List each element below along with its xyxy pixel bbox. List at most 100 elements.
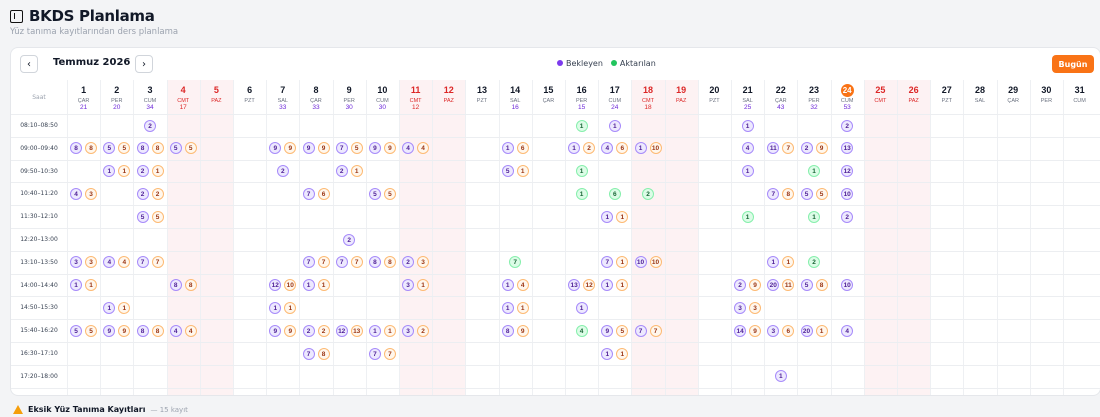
pending-count-badge[interactable]: 1 <box>501 279 514 292</box>
day-header-26[interactable]: 26 PAZ <box>897 80 930 114</box>
lesson-count-badge[interactable]: 3 <box>85 187 98 200</box>
lesson-count-badge[interactable]: 1 <box>383 324 396 337</box>
active-count-badge[interactable]: 6 <box>608 187 621 200</box>
day-header-30[interactable]: 30 PER <box>1030 80 1063 114</box>
pending-count-badge[interactable]: 1 <box>741 119 754 132</box>
lesson-count-badge[interactable]: 5 <box>616 324 629 337</box>
day-header-12[interactable]: 12 PAZ <box>432 80 465 114</box>
pending-count-badge[interactable]: 8 <box>136 324 149 337</box>
pending-count-badge[interactable]: 1 <box>302 279 315 292</box>
lesson-count-badge[interactable]: 1 <box>151 165 164 178</box>
pending-count-badge[interactable]: 5 <box>368 187 381 200</box>
lesson-count-badge[interactable]: 5 <box>151 210 164 223</box>
lesson-count-badge[interactable]: 5 <box>350 142 363 155</box>
lesson-count-badge[interactable]: 9 <box>815 142 828 155</box>
pending-count-badge[interactable]: 5 <box>136 210 149 223</box>
pending-count-badge[interactable]: 2 <box>841 210 854 223</box>
lesson-count-badge[interactable]: 2 <box>417 324 430 337</box>
prev-month-button[interactable]: ‹ <box>20 55 38 73</box>
pending-count-badge[interactable]: 7 <box>136 256 149 269</box>
pending-count-badge[interactable]: 12 <box>335 324 348 337</box>
lesson-count-badge[interactable]: 9 <box>284 324 297 337</box>
lesson-count-badge[interactable]: 5 <box>383 187 396 200</box>
day-header-29[interactable]: 29 ÇAR <box>997 80 1030 114</box>
day-header-6[interactable]: 6 PZT <box>233 80 266 114</box>
lesson-count-badge[interactable]: 1 <box>317 279 330 292</box>
pending-count-badge[interactable]: 7 <box>634 324 647 337</box>
lesson-count-badge[interactable]: 1 <box>516 301 529 314</box>
day-header-16[interactable]: 16 PER 15 <box>565 80 598 114</box>
lesson-count-badge[interactable]: 2 <box>151 187 164 200</box>
pending-count-badge[interactable]: 4 <box>70 187 83 200</box>
day-header-8[interactable]: 8 ÇAR 33 <box>299 80 332 114</box>
pending-count-badge[interactable]: 4 <box>169 324 182 337</box>
active-count-badge[interactable]: 1 <box>575 187 588 200</box>
day-header-11[interactable]: 11 CMT 12 <box>399 80 432 114</box>
pending-count-badge[interactable]: 3 <box>402 324 415 337</box>
lesson-count-badge[interactable]: 8 <box>815 279 828 292</box>
active-count-badge[interactable]: 1 <box>808 210 820 223</box>
lesson-count-badge[interactable]: 7 <box>317 256 330 269</box>
pending-count-badge[interactable]: 10 <box>841 187 854 200</box>
lesson-count-badge[interactable]: 1 <box>616 210 629 223</box>
active-count-badge[interactable]: 4 <box>575 324 588 337</box>
pending-count-badge[interactable]: 1 <box>368 324 381 337</box>
day-header-13[interactable]: 13 PZT <box>465 80 498 114</box>
day-header-25[interactable]: 25 CMT <box>864 80 897 114</box>
pending-count-badge[interactable]: 1 <box>601 347 614 360</box>
pending-count-badge[interactable]: 9 <box>103 324 116 337</box>
day-header-9[interactable]: 9 PER 30 <box>333 80 366 114</box>
pending-count-badge[interactable]: 2 <box>144 119 156 132</box>
day-header-5[interactable]: 5 PAZ <box>200 80 233 114</box>
pending-count-badge[interactable]: 3 <box>767 324 780 337</box>
missing-records-section[interactable]: Eksik Yüz Tanıma Kayıtları — 15 kayıt <box>13 405 188 414</box>
pending-count-badge[interactable]: 5 <box>501 165 514 178</box>
lesson-count-badge[interactable]: 4 <box>516 279 529 292</box>
day-header-4[interactable]: 4 CMT 17 <box>167 80 200 114</box>
lesson-count-badge[interactable]: 1 <box>815 324 828 337</box>
pending-count-badge[interactable]: 2 <box>136 187 149 200</box>
day-header-7[interactable]: 7 SAL 33 <box>266 80 299 114</box>
pending-count-badge[interactable]: 5 <box>169 142 182 155</box>
pending-count-badge[interactable]: 1 <box>501 142 514 155</box>
day-header-24[interactable]: 24 CUM 53 <box>831 80 864 114</box>
pending-count-badge[interactable]: 5 <box>800 279 813 292</box>
lesson-count-badge[interactable]: 1 <box>616 347 629 360</box>
lesson-count-badge[interactable]: 1 <box>350 165 363 178</box>
day-header-3[interactable]: 3 CUM 34 <box>133 80 166 114</box>
day-header-22[interactable]: 22 ÇAR 43 <box>764 80 797 114</box>
pending-count-badge[interactable]: 8 <box>136 142 149 155</box>
day-header-1[interactable]: 1 ÇAR 21 <box>67 80 100 114</box>
pending-count-badge[interactable]: 1 <box>774 370 787 383</box>
pending-count-badge[interactable]: 9 <box>302 142 315 155</box>
pending-count-badge[interactable]: 8 <box>169 279 182 292</box>
pending-count-badge[interactable]: 7 <box>302 347 315 360</box>
pending-count-badge[interactable]: 2 <box>335 165 348 178</box>
pending-count-badge[interactable]: 1 <box>501 301 514 314</box>
today-button[interactable]: Bugün <box>1052 55 1094 73</box>
lesson-count-badge[interactable]: 8 <box>151 142 164 155</box>
lesson-count-badge[interactable]: 4 <box>184 324 197 337</box>
lesson-count-badge[interactable]: 3 <box>749 301 762 314</box>
lesson-count-badge[interactable]: 7 <box>350 256 363 269</box>
pending-count-badge[interactable]: 10 <box>634 256 647 269</box>
lesson-count-badge[interactable]: 9 <box>118 324 131 337</box>
pending-count-badge[interactable]: 20 <box>800 324 813 337</box>
pending-count-badge[interactable]: 2 <box>800 142 813 155</box>
lesson-count-badge[interactable]: 13 <box>350 324 363 337</box>
day-header-19[interactable]: 19 PAZ <box>665 80 698 114</box>
day-header-15[interactable]: 15 ÇAR <box>532 80 565 114</box>
active-count-badge[interactable]: 1 <box>808 165 820 178</box>
lesson-count-badge[interactable]: 5 <box>85 324 98 337</box>
active-count-badge[interactable]: 1 <box>575 165 588 178</box>
active-count-badge[interactable]: 2 <box>642 187 654 200</box>
pending-count-badge[interactable]: 7 <box>302 256 315 269</box>
lesson-count-badge[interactable]: 10 <box>649 256 662 269</box>
pending-count-badge[interactable]: 2 <box>136 165 149 178</box>
active-count-badge[interactable]: 1 <box>741 210 754 223</box>
lesson-count-badge[interactable]: 6 <box>782 324 795 337</box>
pending-count-badge[interactable]: 7 <box>302 187 315 200</box>
lesson-count-badge[interactable]: 5 <box>184 142 197 155</box>
lesson-count-badge[interactable]: 8 <box>151 324 164 337</box>
pending-count-badge[interactable]: 1 <box>575 301 588 314</box>
